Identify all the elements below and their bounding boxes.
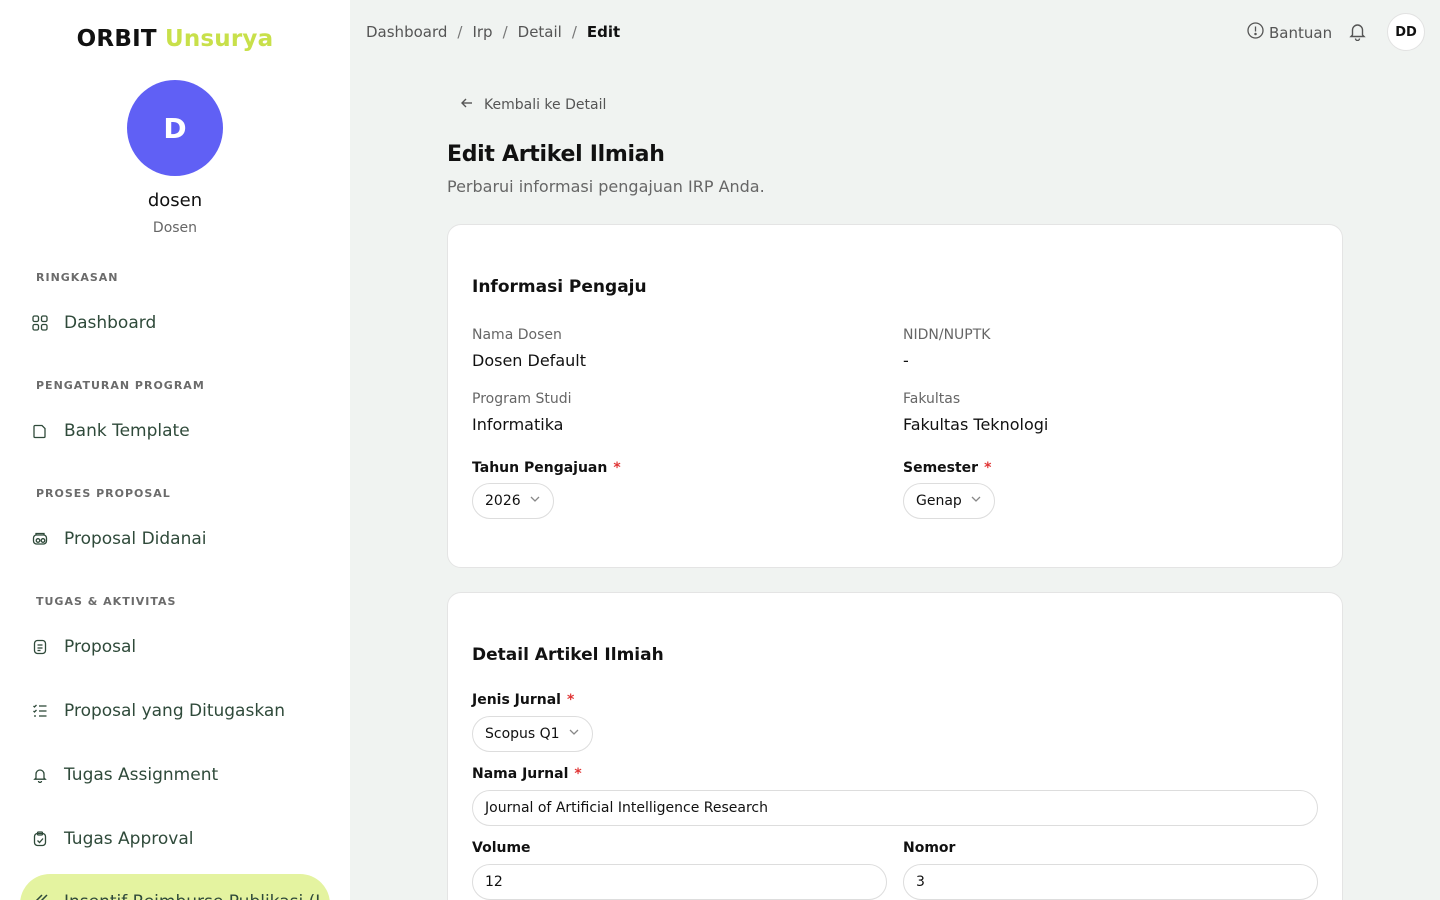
info-icon [1247,22,1264,43]
avatar: D [127,80,223,176]
tahun-label: Tahun Pengajuan * [472,460,621,476]
section-title-tugas: TUGAS & AKTIVITAS [36,595,177,608]
sidebar-item-label: Proposal Didanai [64,529,207,549]
semester-label: Semester * [903,460,991,476]
sidebar-item-label: Proposal [64,637,137,657]
user-name: dosen [147,190,203,211]
nidn-label: NIDN/NUPTK [903,327,991,343]
semester-select-value: Genap [916,493,962,509]
jenis-jurnal-value: Scopus Q1 [485,726,560,742]
nama-dosen-value: Dosen Default [472,351,586,370]
nama-jurnal-input[interactable]: Journal of Artificial Intelligence Resea… [472,790,1318,826]
nama-dosen-label: Nama Dosen [472,327,562,343]
nomor-label: Nomor [903,840,956,856]
sidebar: ORBIT Unsurya D dosen Dosen RINGKASAN Da… [0,0,350,900]
file-icon [32,639,48,655]
breadcrumb: Dashboard / Irp / Detail / Edit [366,23,620,41]
required-mark: * [566,692,575,708]
info-pengaju-card: Informasi Pengaju Nama Dosen Dosen Defau… [447,224,1343,568]
prodi-value: Informatika [472,415,564,434]
sidebar-item-dashboard[interactable]: Dashboard [32,313,156,333]
nomor-input[interactable]: 3 [903,864,1318,900]
required-mark: * [613,460,621,476]
breadcrumb-separator: / [502,23,508,41]
prodi-label: Program Studi [472,391,572,407]
card-title: Detail Artikel Ilmiah [472,645,664,665]
breadcrumb-current: Edit [586,23,621,41]
sidebar-item-proposal-didanai[interactable]: Proposal Didanai [32,529,207,549]
jenis-jurnal-select[interactable]: Scopus Q1 [472,716,593,752]
nama-jurnal-label: Nama Jurnal * [472,766,582,782]
breadcrumb-dashboard[interactable]: Dashboard [366,23,447,41]
tahun-label-text: Tahun Pengajuan [472,460,608,476]
sidebar-item-tugas-approval[interactable]: Tugas Approval [32,829,193,849]
required-mark: * [574,766,582,782]
sidebar-item-insentif-active[interactable]: Insentif Reimburse Publikasi (I [20,874,330,900]
volume-input[interactable]: 12 [472,864,887,900]
nama-jurnal-label-text: Nama Jurnal [472,766,569,782]
jenis-jurnal-label: Jenis Jurnal * [472,692,574,708]
checklist-icon [32,703,48,719]
semester-select[interactable]: Genap [903,483,995,519]
chevron-down-icon [529,493,541,509]
back-label: Kembali ke Detail [484,97,607,113]
bell-icon [32,767,48,783]
section-title-proses: PROSES PROPOSAL [36,487,171,500]
detail-artikel-card: Detail Artikel Ilmiah Jenis Jurnal * Scop… [447,592,1343,900]
sidebar-item-proposal-ditugaskan[interactable]: Proposal yang Ditugaskan [32,701,285,721]
fakultas-value: Fakultas Teknologi [903,415,1049,434]
section-title-pengaturan: PENGATURAN PROGRAM [36,379,205,392]
page-title: Edit Artikel Ilmiah [447,142,665,167]
sidebar-item-bank-template[interactable]: Bank Template [32,421,190,441]
section-title-ringkasan: RINGKASAN [36,271,119,284]
breadcrumb-separator: / [571,23,577,41]
arrow-left-icon [460,96,474,114]
tahun-select[interactable]: 2026 [472,483,554,519]
brand-name: ORBIT [76,26,157,52]
user-role: Dosen [152,220,198,236]
chevron-down-icon [970,493,982,509]
document-icon [32,423,48,439]
sidebar-item-label: Tugas Approval [64,829,194,849]
back-to-detail-link[interactable]: Kembali ke Detail [460,96,606,114]
tahun-select-value: 2026 [485,493,521,509]
nidn-value: - [903,351,909,370]
required-mark: * [984,460,992,476]
sidebar-item-label: Dashboard [64,313,157,333]
brand-logo[interactable]: ORBIT Unsurya [0,26,350,52]
breadcrumb-separator: / [457,23,463,41]
help-button[interactable]: Bantuan [1247,22,1332,43]
semester-label-text: Semester [903,460,979,476]
chevron-down-icon [568,726,580,742]
breadcrumb-irp[interactable]: Irp [472,23,492,41]
sidebar-item-proposal[interactable]: Proposal [32,637,136,657]
sidebar-item-label: Proposal yang Ditugaskan [64,701,286,721]
sidebar-item-tugas-assignment[interactable]: Tugas Assignment [32,765,218,785]
sidebar-item-label: Bank Template [64,421,190,441]
brand-suffix: Unsurya [164,26,274,52]
chevrons-left-icon [34,892,50,900]
volume-label: Volume [472,840,531,856]
card-title: Informasi Pengaju [472,277,647,297]
sidebar-item-label: Insentif Reimburse Publikasi (I [64,892,320,900]
user-avatar-button[interactable]: DD [1387,13,1425,51]
breadcrumb-detail[interactable]: Detail [518,23,562,41]
help-label: Bantuan [1269,23,1333,42]
grid-icon [32,315,48,331]
fakultas-label: Fakultas [903,391,961,407]
money-icon [32,531,48,547]
sidebar-item-label: Tugas Assignment [64,765,219,785]
page-subtitle: Perbarui informasi pengajuan IRP Anda. [447,177,765,196]
clipboard-check-icon [32,831,48,847]
jenis-jurnal-label-text: Jenis Jurnal [472,692,561,708]
notification-bell-icon[interactable] [1348,22,1367,45]
